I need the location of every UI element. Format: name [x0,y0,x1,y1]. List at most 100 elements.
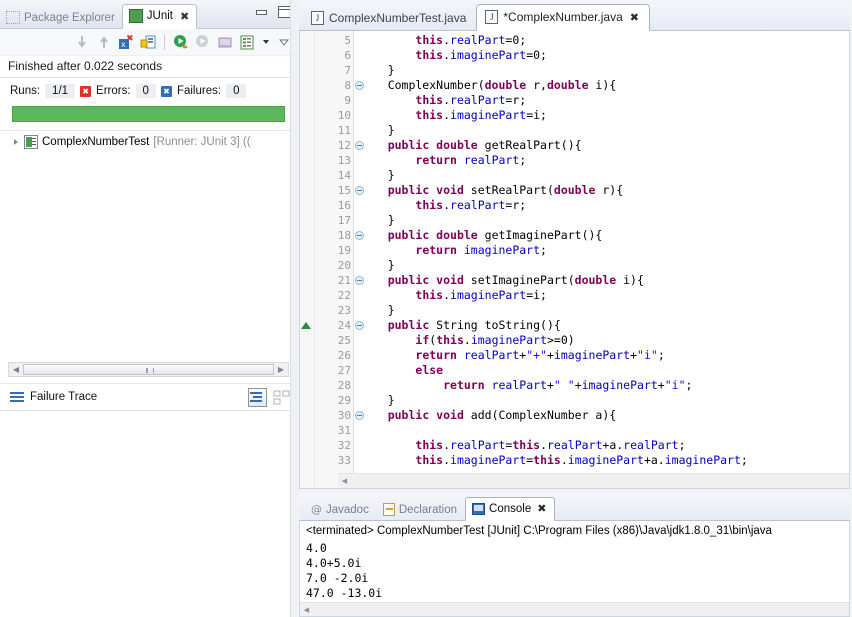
marker-slot[interactable] [300,123,314,138]
lock-scroll-button[interactable] [140,34,156,50]
scroll-track[interactable] [313,603,849,616]
code-line[interactable]: public String toString(){ [354,318,849,333]
editor-text-area[interactable]: 5 6 7 8 9 10 11 12 13 14 15 16 17 18 19 20 21 22 23 24 25 26 2… [299,31,850,489]
code-line[interactable]: this.realPart=r; [354,198,849,213]
code-line[interactable]: } [354,63,849,78]
marker-slot[interactable] [300,348,314,363]
junit-tree-hscrollbar[interactable]: ◀ ▶ [8,362,289,377]
code-line[interactable]: return realPart+" "+imaginePart+"i"; [354,378,849,393]
code-line[interactable]: } [354,303,849,318]
marker-slot[interactable] [300,78,314,93]
code-line[interactable]: this.imaginePart=this.imaginePart+a.imag… [354,453,849,468]
code-line[interactable]: return realPart+"+"+imaginePart+"i"; [354,348,849,363]
code-line[interactable]: this.imaginePart=i; [354,108,849,123]
junit-test-tree[interactable]: ComplexNumberTest [Runner: JUnit 3] (( [0,130,297,359]
scroll-left-icon[interactable]: ◀ [9,365,23,374]
marker-slot[interactable] [300,198,314,213]
scroll-left-icon[interactable]: ◀ [300,606,313,614]
marker-slot[interactable] [300,243,314,258]
marker-slot[interactable] [300,288,314,303]
code-line[interactable]: ComplexNumber(double r,double i){ [354,78,849,93]
console-hscrollbar[interactable]: ◀ [300,602,849,616]
marker-slot[interactable] [300,48,314,63]
tree-item-test[interactable]: ComplexNumberTest [Runner: JUnit 3] (( [0,131,297,153]
marker-slot[interactable] [300,108,314,123]
rerun-failed-tests-button[interactable] [195,34,211,50]
rerun-test-button[interactable] [173,34,189,50]
marker-slot[interactable] [300,378,314,393]
scroll-thumb[interactable] [23,364,274,375]
code-line[interactable]: } [354,213,849,228]
marker-slot[interactable] [300,183,314,198]
stop-test-button[interactable] [217,34,233,50]
marker-slot[interactable] [300,303,314,318]
marker-slot[interactable] [300,168,314,183]
code-line[interactable]: this.imaginePart=0; [354,48,849,63]
marker-slot[interactable] [300,33,314,48]
marker-slot[interactable] [300,423,314,438]
marker-slot[interactable] [300,363,314,378]
code-line[interactable]: } [354,168,849,183]
filter-stack-trace-button[interactable] [248,387,267,407]
code-line[interactable]: public void setImaginePart(double i){ [354,273,849,288]
scroll-right-icon[interactable]: ▶ [274,365,288,374]
previous-failed-test-button[interactable] [96,34,112,50]
close-icon[interactable]: ✖ [180,10,189,23]
code-token: . [443,108,451,122]
marker-slot[interactable] [300,393,314,408]
code-line[interactable]: this.realPart=this.realPart+a.realPart; [354,438,849,453]
editor-hscrollbar[interactable]: ◀ [338,473,849,488]
compare-result-button[interactable] [272,388,291,407]
marker-slot[interactable] [300,258,314,273]
console-output-area[interactable]: <terminated> ComplexNumberTest [JUnit] C… [299,521,850,617]
code-line[interactable]: this.imaginePart=i; [354,288,849,303]
code-line[interactable]: else [354,363,849,378]
editor-tab-complexnumbertest[interactable]: J ComplexNumberTest.java [303,6,476,31]
show-failures-only-button[interactable]: x ✖ [118,34,134,50]
editor-marker-column[interactable] [300,31,315,488]
view-minimize-chevron[interactable] [277,34,291,50]
code-line[interactable]: return imaginePart; [354,243,849,258]
next-failed-test-button[interactable] [74,34,90,50]
marker-slot[interactable] [300,228,314,243]
minimize-view-button[interactable] [255,6,268,18]
marker-slot[interactable] [300,333,314,348]
marker-slot[interactable] [300,153,314,168]
console-tab-console[interactable]: Console ✖ [465,497,556,521]
code-line[interactable]: public void add(ComplexNumber a){ [354,408,849,423]
marker-slot[interactable] [300,273,314,288]
code-line[interactable]: public double getRealPart(){ [354,138,849,153]
code-line[interactable] [354,423,849,438]
marker-slot[interactable] [300,213,314,228]
sash-divider-vertical[interactable] [290,0,297,617]
code-line[interactable]: } [354,123,849,138]
console-tab-javadoc[interactable]: @ Javadoc [305,499,377,521]
view-menu-dropdown[interactable] [261,34,271,50]
view-tab-package-explorer[interactable]: Package Explorer [0,7,122,29]
close-icon[interactable]: ✖ [537,502,546,515]
marker-slot[interactable] [300,453,314,468]
code-line[interactable]: public void setRealPart(double r){ [354,183,849,198]
code-line[interactable]: } [354,258,849,273]
marker-slot[interactable] [300,318,314,333]
scroll-left-icon[interactable]: ◀ [338,477,351,485]
code-line[interactable]: this.realPart=0; [354,33,849,48]
code-line[interactable]: this.realPart=r; [354,93,849,108]
marker-slot[interactable] [300,408,314,423]
test-run-history-button[interactable] [239,34,255,50]
scroll-track[interactable] [351,475,849,487]
code-line[interactable]: public double getImaginePart(){ [354,228,849,243]
code-line[interactable]: if(this.imaginePart>=0) [354,333,849,348]
marker-slot[interactable] [300,138,314,153]
chevron-right-icon[interactable] [14,139,18,145]
view-tab-junit[interactable]: JUnit ✖ [121,4,198,29]
marker-slot[interactable] [300,438,314,453]
marker-slot[interactable] [300,93,314,108]
console-tab-declaration[interactable]: Declaration [377,499,465,521]
editor-tab-complexnumber[interactable]: J *ComplexNumber.java ✖ [476,4,650,31]
code-line[interactable]: } [354,393,849,408]
close-icon[interactable]: ✖ [630,11,639,24]
code-line[interactable]: return realPart; [354,153,849,168]
editor-source-code[interactable]: this.realPart=0; this.imaginePart=0; } C… [354,31,849,488]
marker-slot[interactable] [300,63,314,78]
